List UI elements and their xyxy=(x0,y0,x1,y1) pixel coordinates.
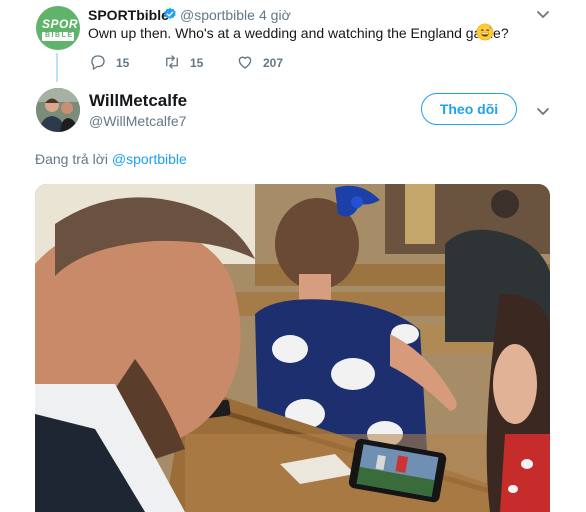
reply-count: 15 xyxy=(116,56,130,70)
replying-to-line: Đang trả lời @sportbible xyxy=(35,151,187,167)
willmetcalfe-avatar[interactable] xyxy=(36,88,80,132)
reply-display-name[interactable]: WillMetcalfe xyxy=(89,91,187,111)
tweet-photo[interactable] xyxy=(35,184,550,512)
avatar-logo-text-top: SPORT xyxy=(42,17,80,31)
parent-tweet-text: Own up then. Who's at a wedding and watc… xyxy=(88,25,509,41)
replying-to-mention[interactable]: @sportbible xyxy=(112,151,187,167)
parent-display-name[interactable]: SPORTbible xyxy=(88,7,169,23)
sportbible-avatar[interactable]: SPORT BIBLE xyxy=(36,6,80,50)
reply-handle[interactable]: @WillMetcalfe7 xyxy=(89,113,186,129)
thread-connector-line xyxy=(56,53,58,82)
grinning-sweat-emoji xyxy=(476,23,494,41)
retweet-icon[interactable] xyxy=(163,53,181,71)
replying-to-label: Đang trả lời xyxy=(35,151,108,167)
parent-timestamp[interactable]: 4 giờ xyxy=(259,7,291,23)
photo-scene xyxy=(35,184,550,512)
chevron-down-icon[interactable] xyxy=(535,103,551,119)
like-icon[interactable] xyxy=(236,53,254,71)
avatar-logo-text-bottom: BIBLE xyxy=(45,32,74,39)
retweet-count: 15 xyxy=(190,56,204,70)
reply-icon[interactable] xyxy=(89,53,107,71)
avatar-photo xyxy=(36,88,80,132)
like-count: 207 xyxy=(263,56,284,70)
parent-handle[interactable]: @sportbible xyxy=(180,7,255,23)
separator-dot: · xyxy=(249,7,254,23)
chevron-down-icon[interactable] xyxy=(535,6,551,22)
follow-button[interactable]: Theo dõi xyxy=(421,93,517,125)
verified-badge-icon xyxy=(164,7,176,19)
